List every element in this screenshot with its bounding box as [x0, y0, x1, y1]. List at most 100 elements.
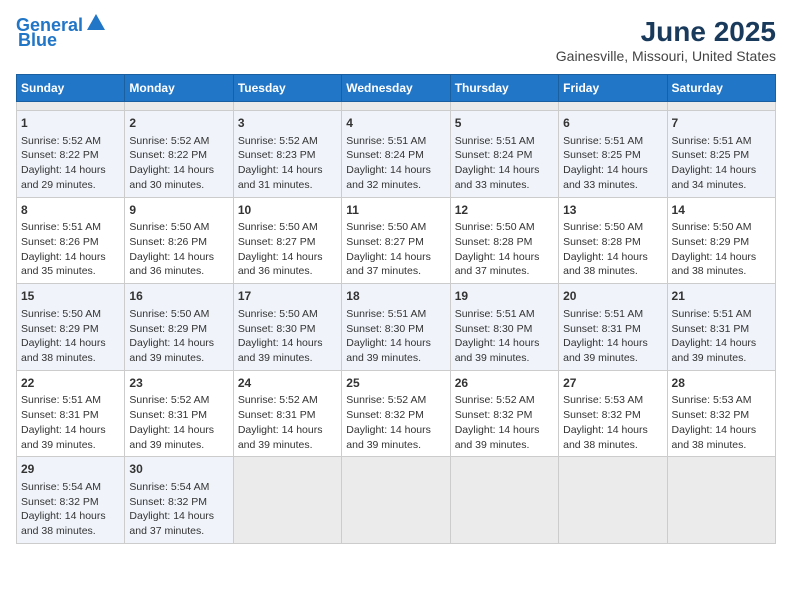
- day-number: 21: [672, 288, 771, 305]
- sunset-info: Sunset: 8:32 PM: [455, 408, 554, 423]
- day-number: 2: [129, 115, 228, 132]
- calendar-cell: [559, 457, 667, 544]
- calendar-cell: 3 Sunrise: 5:52 AMSunset: 8:23 PMDaylight…: [233, 111, 341, 198]
- logo-icon: [85, 12, 107, 34]
- sunset-info: Sunset: 8:22 PM: [21, 148, 120, 163]
- sunset-info: Sunset: 8:30 PM: [238, 322, 337, 337]
- calendar-cell: 10Sunrise: 5:50 AMSunset: 8:27 PMDayligh…: [233, 197, 341, 284]
- sunrise-info: Sunrise: 5:52 AM: [129, 393, 228, 408]
- day-number: 26: [455, 375, 554, 392]
- sunset-info: Sunset: 8:26 PM: [21, 235, 120, 250]
- sunset-info: Sunset: 8:32 PM: [563, 408, 662, 423]
- calendar-cell: 26Sunrise: 5:52 AMSunset: 8:32 PMDayligh…: [450, 370, 558, 457]
- daylight-info: Daylight: 14 hours and 38 minutes.: [672, 423, 771, 452]
- day-number: 6: [563, 115, 662, 132]
- daylight-info: Daylight: 14 hours and 32 minutes.: [346, 163, 445, 192]
- calendar-cell: 27Sunrise: 5:53 AMSunset: 8:32 PMDayligh…: [559, 370, 667, 457]
- calendar-cell: 16Sunrise: 5:50 AMSunset: 8:29 PMDayligh…: [125, 284, 233, 371]
- sunrise-info: Sunrise: 5:50 AM: [455, 220, 554, 235]
- calendar-cell: 13Sunrise: 5:50 AMSunset: 8:28 PMDayligh…: [559, 197, 667, 284]
- sunset-info: Sunset: 8:31 PM: [129, 408, 228, 423]
- sunset-info: Sunset: 8:30 PM: [455, 322, 554, 337]
- sunset-info: Sunset: 8:29 PM: [21, 322, 120, 337]
- day-number: 4: [346, 115, 445, 132]
- daylight-info: Daylight: 14 hours and 33 minutes.: [455, 163, 554, 192]
- sunrise-info: Sunrise: 5:51 AM: [346, 134, 445, 149]
- calendar-cell: [233, 457, 341, 544]
- calendar-cell: 7Sunrise: 5:51 AMSunset: 8:25 PMDaylight…: [667, 111, 775, 198]
- daylight-info: Daylight: 14 hours and 38 minutes.: [563, 250, 662, 279]
- sunrise-info: Sunrise: 5:51 AM: [21, 220, 120, 235]
- daylight-info: Daylight: 14 hours and 39 minutes.: [129, 336, 228, 365]
- daylight-info: Daylight: 14 hours and 39 minutes.: [672, 336, 771, 365]
- calendar-cell: 20Sunrise: 5:51 AMSunset: 8:31 PMDayligh…: [559, 284, 667, 371]
- day-number: 25: [346, 375, 445, 392]
- day-number: 13: [563, 202, 662, 219]
- calendar-cell: 29Sunrise: 5:54 AMSunset: 8:32 PMDayligh…: [17, 457, 125, 544]
- calendar-cell: 5Sunrise: 5:51 AMSunset: 8:24 PMDaylight…: [450, 111, 558, 198]
- calendar-cell: 4Sunrise: 5:51 AMSunset: 8:24 PMDaylight…: [342, 111, 450, 198]
- daylight-info: Daylight: 14 hours and 33 minutes.: [563, 163, 662, 192]
- calendar-cell: 15Sunrise: 5:50 AMSunset: 8:29 PMDayligh…: [17, 284, 125, 371]
- sunrise-info: Sunrise: 5:52 AM: [129, 134, 228, 149]
- daylight-info: Daylight: 14 hours and 29 minutes.: [21, 163, 120, 192]
- calendar-cell: [667, 102, 775, 111]
- day-number: 3: [238, 115, 337, 132]
- calendar-cell: [450, 457, 558, 544]
- day-number: 30: [129, 461, 228, 478]
- sunrise-info: Sunrise: 5:50 AM: [238, 220, 337, 235]
- daylight-info: Daylight: 14 hours and 30 minutes.: [129, 163, 228, 192]
- sunrise-info: Sunrise: 5:51 AM: [672, 134, 771, 149]
- sunset-info: Sunset: 8:32 PM: [672, 408, 771, 423]
- daylight-info: Daylight: 14 hours and 37 minutes.: [129, 509, 228, 538]
- sunrise-info: Sunrise: 5:53 AM: [672, 393, 771, 408]
- sunset-info: Sunset: 8:25 PM: [672, 148, 771, 163]
- sunrise-info: Sunrise: 5:52 AM: [455, 393, 554, 408]
- header-day-thursday: Thursday: [450, 75, 558, 102]
- calendar-cell: 30Sunrise: 5:54 AMSunset: 8:32 PMDayligh…: [125, 457, 233, 544]
- sunrise-info: Sunrise: 5:54 AM: [21, 480, 120, 495]
- month-title: June 2025: [556, 16, 776, 48]
- daylight-info: Daylight: 14 hours and 31 minutes.: [238, 163, 337, 192]
- daylight-info: Daylight: 14 hours and 39 minutes.: [346, 336, 445, 365]
- daylight-info: Daylight: 14 hours and 39 minutes.: [238, 423, 337, 452]
- sunset-info: Sunset: 8:22 PM: [129, 148, 228, 163]
- day-number: 10: [238, 202, 337, 219]
- day-number: 17: [238, 288, 337, 305]
- sunrise-info: Sunrise: 5:51 AM: [21, 393, 120, 408]
- sunrise-info: Sunrise: 5:51 AM: [672, 307, 771, 322]
- sunrise-info: Sunrise: 5:51 AM: [563, 134, 662, 149]
- title-block: June 2025 Gainesville, Missouri, United …: [556, 16, 776, 64]
- daylight-info: Daylight: 14 hours and 39 minutes.: [129, 423, 228, 452]
- location: Gainesville, Missouri, United States: [556, 48, 776, 64]
- sunset-info: Sunset: 8:32 PM: [21, 495, 120, 510]
- sunrise-info: Sunrise: 5:50 AM: [672, 220, 771, 235]
- daylight-info: Daylight: 14 hours and 38 minutes.: [672, 250, 771, 279]
- day-number: 29: [21, 461, 120, 478]
- calendar-cell: 6Sunrise: 5:51 AMSunset: 8:25 PMDaylight…: [559, 111, 667, 198]
- daylight-info: Daylight: 14 hours and 36 minutes.: [238, 250, 337, 279]
- sunset-info: Sunset: 8:29 PM: [672, 235, 771, 250]
- daylight-info: Daylight: 14 hours and 37 minutes.: [346, 250, 445, 279]
- sunrise-info: Sunrise: 5:51 AM: [455, 307, 554, 322]
- sunset-info: Sunset: 8:27 PM: [238, 235, 337, 250]
- day-number: 12: [455, 202, 554, 219]
- calendar-cell: 19Sunrise: 5:51 AMSunset: 8:30 PMDayligh…: [450, 284, 558, 371]
- daylight-info: Daylight: 14 hours and 35 minutes.: [21, 250, 120, 279]
- calendar-cell: 18Sunrise: 5:51 AMSunset: 8:30 PMDayligh…: [342, 284, 450, 371]
- day-number: 16: [129, 288, 228, 305]
- daylight-info: Daylight: 14 hours and 38 minutes.: [563, 423, 662, 452]
- sunrise-info: Sunrise: 5:52 AM: [21, 134, 120, 149]
- daylight-info: Daylight: 14 hours and 39 minutes.: [563, 336, 662, 365]
- week-row-1: 1Sunrise: 5:52 AMSunset: 8:22 PMDaylight…: [17, 111, 776, 198]
- sunrise-info: Sunrise: 5:50 AM: [238, 307, 337, 322]
- week-row-4: 22Sunrise: 5:51 AMSunset: 8:31 PMDayligh…: [17, 370, 776, 457]
- sunrise-info: Sunrise: 5:52 AM: [238, 134, 337, 149]
- sunset-info: Sunset: 8:32 PM: [129, 495, 228, 510]
- day-number: 14: [672, 202, 771, 219]
- sunrise-info: Sunrise: 5:51 AM: [455, 134, 554, 149]
- logo-blue: Blue: [18, 30, 57, 50]
- calendar-cell: [342, 102, 450, 111]
- sunset-info: Sunset: 8:23 PM: [238, 148, 337, 163]
- sunset-info: Sunset: 8:31 PM: [238, 408, 337, 423]
